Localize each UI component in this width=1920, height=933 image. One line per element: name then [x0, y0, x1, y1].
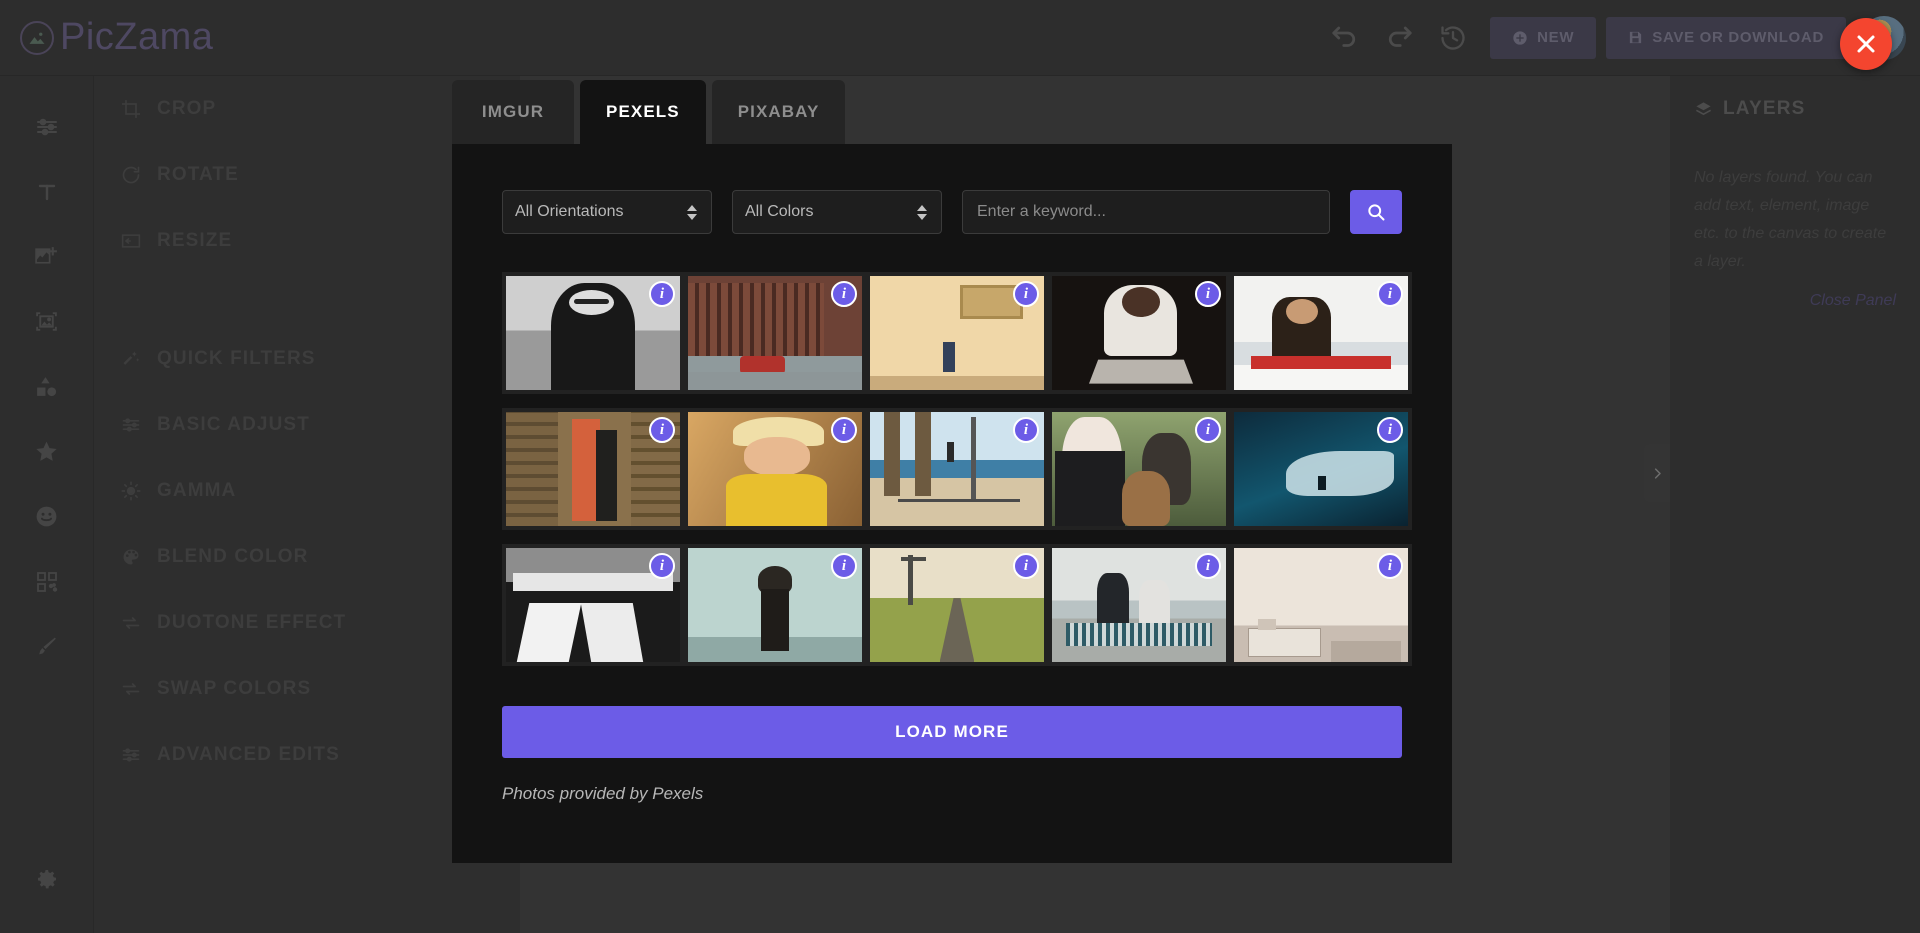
- info-badge[interactable]: i: [649, 417, 675, 443]
- search-controls: All Orientations All Colors: [502, 190, 1402, 234]
- result-thumbnail[interactable]: i: [866, 544, 1048, 666]
- image-search-modal-overlay: IMGUR PEXELS PIXABAY All Orientations Al…: [0, 0, 1920, 933]
- close-button[interactable]: [1840, 18, 1892, 70]
- result-thumbnail[interactable]: i: [866, 272, 1048, 394]
- load-more-button[interactable]: LOAD MORE: [502, 706, 1402, 758]
- stepper-caret-icon: [687, 204, 697, 220]
- tab-pixabay[interactable]: PIXABAY: [711, 80, 846, 144]
- result-thumbnail[interactable]: i: [1230, 408, 1412, 530]
- info-badge[interactable]: i: [1377, 553, 1403, 579]
- info-badge[interactable]: i: [1013, 281, 1039, 307]
- tab-label: IMGUR: [481, 102, 545, 121]
- info-badge[interactable]: i: [1195, 281, 1221, 307]
- info-badge[interactable]: i: [831, 281, 857, 307]
- photo-credit: Photos provided by Pexels: [502, 784, 704, 803]
- info-badge[interactable]: i: [649, 553, 675, 579]
- info-badge[interactable]: i: [1377, 417, 1403, 443]
- result-thumbnail[interactable]: i: [502, 272, 684, 394]
- result-thumbnail[interactable]: i: [684, 272, 866, 394]
- modal-body: All Orientations All Colors Enter a keyw…: [452, 144, 1452, 804]
- image-results-grid: i i i i i i i i i i i i i i i: [502, 272, 1412, 680]
- search-input[interactable]: [962, 190, 1330, 234]
- color-value: All Colors: [745, 203, 814, 220]
- info-badge[interactable]: i: [1013, 553, 1039, 579]
- search-icon: [1368, 204, 1385, 221]
- info-badge[interactable]: i: [1377, 281, 1403, 307]
- info-badge[interactable]: i: [831, 553, 857, 579]
- app-root: PicZama NEW SAVE OR DOWNLOAD CROP ROTATE…: [0, 0, 1920, 933]
- result-thumbnail[interactable]: i: [1230, 544, 1412, 666]
- result-thumbnail[interactable]: i: [1230, 272, 1412, 394]
- source-tabs: IMGUR PEXELS PIXABAY: [452, 80, 846, 144]
- tab-pexels[interactable]: PEXELS: [580, 80, 706, 144]
- info-badge[interactable]: i: [1013, 417, 1039, 443]
- info-badge[interactable]: i: [1195, 553, 1221, 579]
- orientation-select[interactable]: All Orientations: [502, 190, 712, 234]
- close-icon: [1857, 35, 1875, 53]
- result-thumbnail[interactable]: i: [866, 408, 1048, 530]
- result-thumbnail[interactable]: i: [1048, 272, 1230, 394]
- result-thumbnail[interactable]: i: [684, 408, 866, 530]
- result-thumbnail[interactable]: i: [684, 544, 866, 666]
- tab-label: PIXABAY: [737, 102, 820, 121]
- search-button[interactable]: [1350, 190, 1402, 234]
- result-thumbnail[interactable]: i: [1048, 544, 1230, 666]
- info-badge[interactable]: i: [1195, 417, 1221, 443]
- result-thumbnail[interactable]: i: [502, 408, 684, 530]
- info-badge[interactable]: i: [649, 281, 675, 307]
- result-thumbnail[interactable]: i: [502, 544, 684, 666]
- tab-label: PEXELS: [606, 102, 680, 121]
- stepper-caret-icon: [917, 204, 927, 220]
- tab-imgur[interactable]: IMGUR: [452, 80, 574, 144]
- result-thumbnail[interactable]: i: [1048, 408, 1230, 530]
- image-search-modal: All Orientations All Colors Enter a keyw…: [452, 144, 1452, 863]
- info-badge[interactable]: i: [831, 417, 857, 443]
- orientation-value: All Orientations: [515, 203, 624, 220]
- color-select[interactable]: All Colors: [732, 190, 942, 234]
